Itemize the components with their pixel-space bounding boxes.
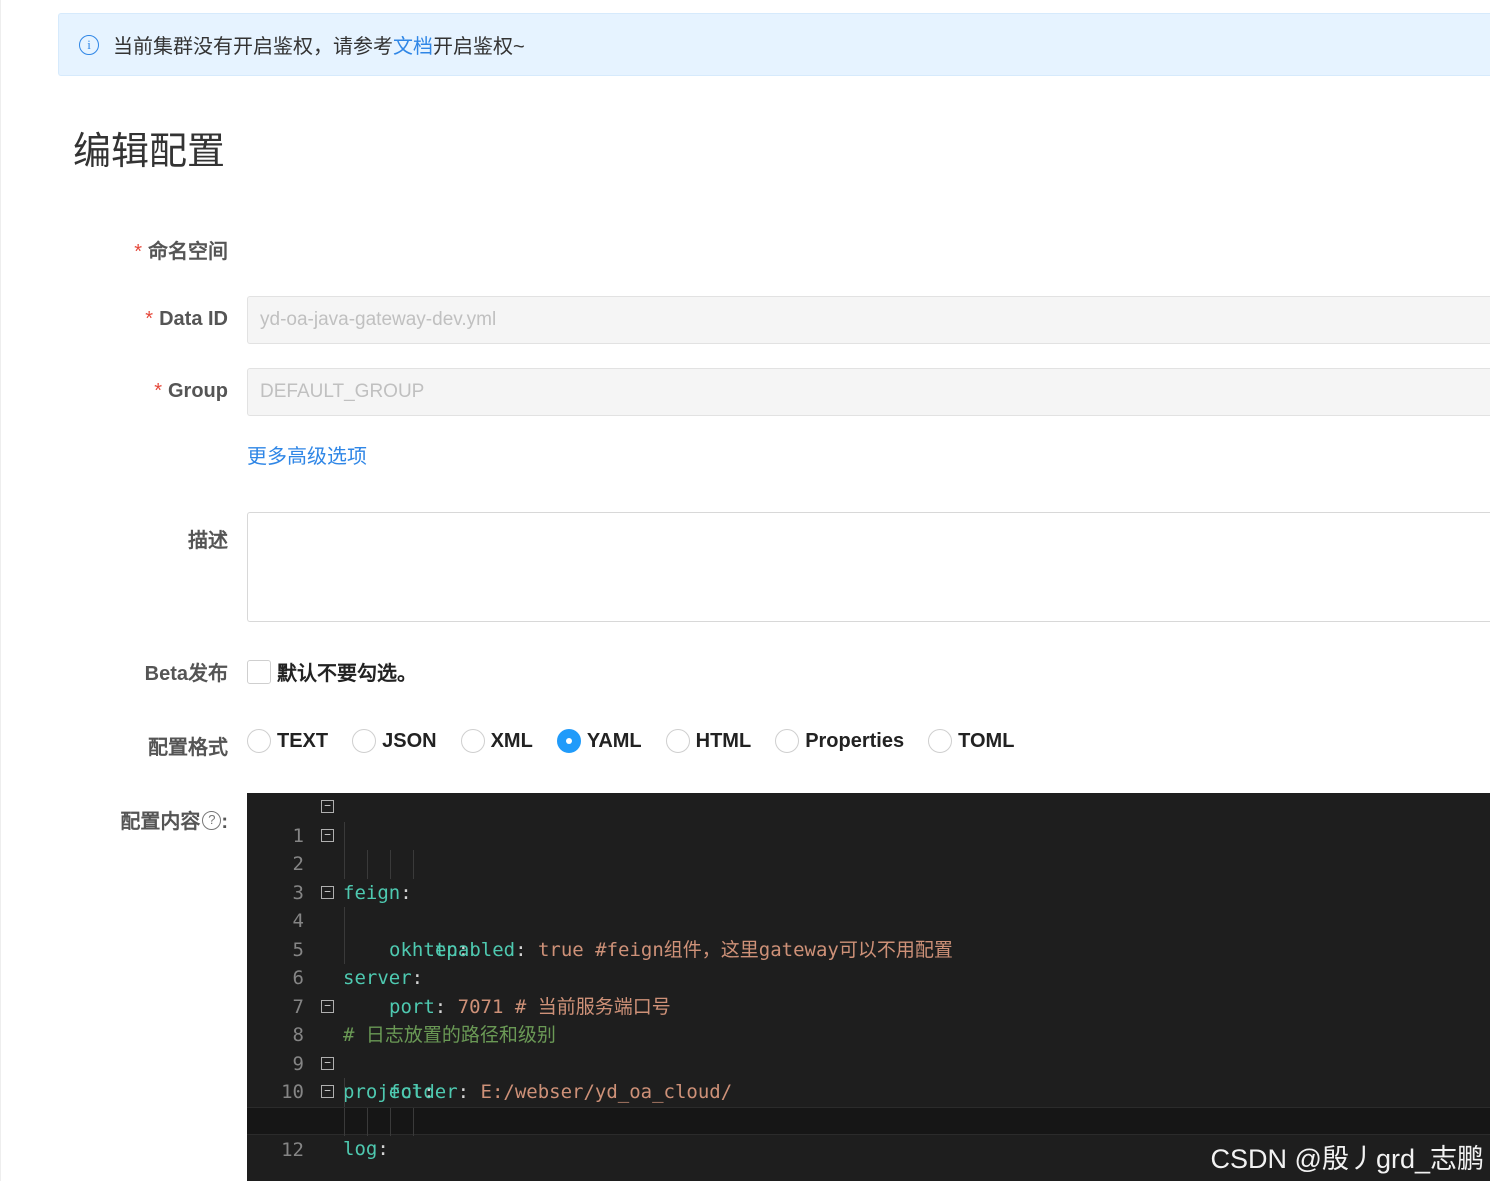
page-title: 编辑配置: [73, 131, 226, 173]
format-option-yaml[interactable]: YAML: [556, 729, 642, 753]
fold-icon[interactable]: −: [321, 885, 334, 899]
radio-label: YAML: [586, 729, 642, 752]
info-icon: i: [79, 34, 99, 55]
watermark: CSDN @殷丿grd_志鹏: [1210, 1144, 1484, 1174]
beta-checkbox[interactable]: [247, 659, 271, 684]
code-line: 4 − server:: [247, 879, 1490, 989]
radio-button[interactable]: [247, 729, 271, 753]
content-label: 配置内容?:: [120, 805, 228, 834]
code-line: 3 enabled: true #feign组件，这里gateway可以不用配置: [247, 850, 1490, 961]
advanced-options-link[interactable]: 更多高级选项: [247, 440, 367, 469]
description-label: 描述: [188, 530, 228, 552]
radio-button[interactable]: [352, 729, 377, 753]
format-option-html[interactable]: HTML: [665, 729, 752, 753]
radio-button[interactable]: [460, 729, 485, 753]
required-mark: *: [145, 308, 154, 330]
format-radio-group: TEXT JSON XML YAML HTML Properties TOML: [247, 729, 1038, 753]
format-option-json[interactable]: JSON: [352, 729, 437, 753]
code-line: 6: [247, 935, 1490, 989]
fold-icon[interactable]: −: [321, 999, 334, 1013]
config-edit-page: i 当前集群没有开启鉴权，请参考 文档 开启鉴权~ 编辑配置 * 命名空间 * Data…: [0, 0, 1490, 1181]
radio-label: JSON: [382, 729, 437, 752]
beta-checkbox-text: 默认不要勾选。: [277, 663, 417, 685]
yaml-sep: :: [377, 1138, 389, 1160]
auth-alert: i 当前集群没有开启鉴权，请参考 文档 开启鉴权~: [58, 13, 1490, 76]
content-label-suffix: :: [221, 811, 228, 833]
docs-link[interactable]: 文档: [393, 30, 433, 59]
radio-label: XML: [490, 729, 533, 752]
description-textarea[interactable]: [247, 512, 1490, 622]
radio-label: TEXT: [277, 729, 329, 752]
fold-icon[interactable]: −: [321, 828, 334, 842]
format-option-properties[interactable]: Properties: [775, 729, 904, 753]
radio-button-checked[interactable]: [556, 729, 581, 753]
required-mark: *: [134, 241, 142, 263]
radio-label: Properties: [805, 729, 905, 752]
fold-icon[interactable]: −: [321, 1085, 334, 1098]
namespace-label-text: 命名空间: [148, 241, 228, 263]
alert-text-after: 开启鉴权~: [433, 36, 525, 58]
radio-button[interactable]: [775, 729, 800, 753]
fold-icon[interactable]: −: [321, 800, 334, 813]
data-id-label-text: Data ID: [159, 308, 228, 330]
format-option-text[interactable]: TEXT: [247, 729, 328, 753]
yaml-key: log: [343, 1138, 378, 1160]
radio-button[interactable]: [928, 729, 953, 753]
content-label-text: 配置内容: [120, 811, 201, 833]
code-line: 11 − root:: [247, 1078, 1490, 1132]
code-line-active: 12 level: debug: [247, 1106, 1490, 1161]
beta-checkbox-row: 默认不要勾选。: [247, 657, 417, 686]
namespace-label: * 命名空间: [134, 235, 228, 264]
line-number: 12: [281, 1139, 304, 1161]
group-label: * Group: [154, 380, 228, 403]
code-line: 9 folder: E:/webser/yd_oa_cloud/: [247, 1021, 1490, 1104]
code-line: 10 − log:: [247, 1050, 1490, 1160]
group-input[interactable]: [247, 368, 1490, 416]
beta-label: Beta发布: [144, 663, 228, 685]
alert-text-before: 当前集群没有开启鉴权，请参考: [113, 36, 393, 58]
required-mark: *: [154, 380, 162, 402]
code-line: 1 − feign:: [247, 793, 1490, 904]
code-line: 7 # 日志放置的路径和级别: [247, 964, 1490, 1047]
radio-button[interactable]: [665, 729, 690, 753]
code-line: 2 − okhttp:: [247, 821, 1490, 961]
radio-label: TOML: [958, 729, 1015, 752]
help-icon[interactable]: ?: [202, 811, 222, 831]
code-line: 8 − project:: [247, 993, 1490, 1103]
format-option-xml[interactable]: XML: [460, 729, 533, 753]
code-editor[interactable]: 1 − feign: 2 − okhttp: 3 enabled: true #…: [247, 793, 1490, 1181]
data-id-label: * Data ID: [145, 308, 228, 331]
format-option-toml[interactable]: TOML: [928, 729, 1014, 753]
fold-icon[interactable]: −: [321, 1056, 334, 1070]
format-label: 配置格式: [148, 737, 228, 759]
code-line: 5 port: 7071 # 当前服务端口号: [247, 907, 1490, 1018]
radio-label: HTML: [695, 729, 752, 752]
group-label-text: Group: [168, 380, 228, 402]
data-id-input[interactable]: [247, 296, 1490, 344]
